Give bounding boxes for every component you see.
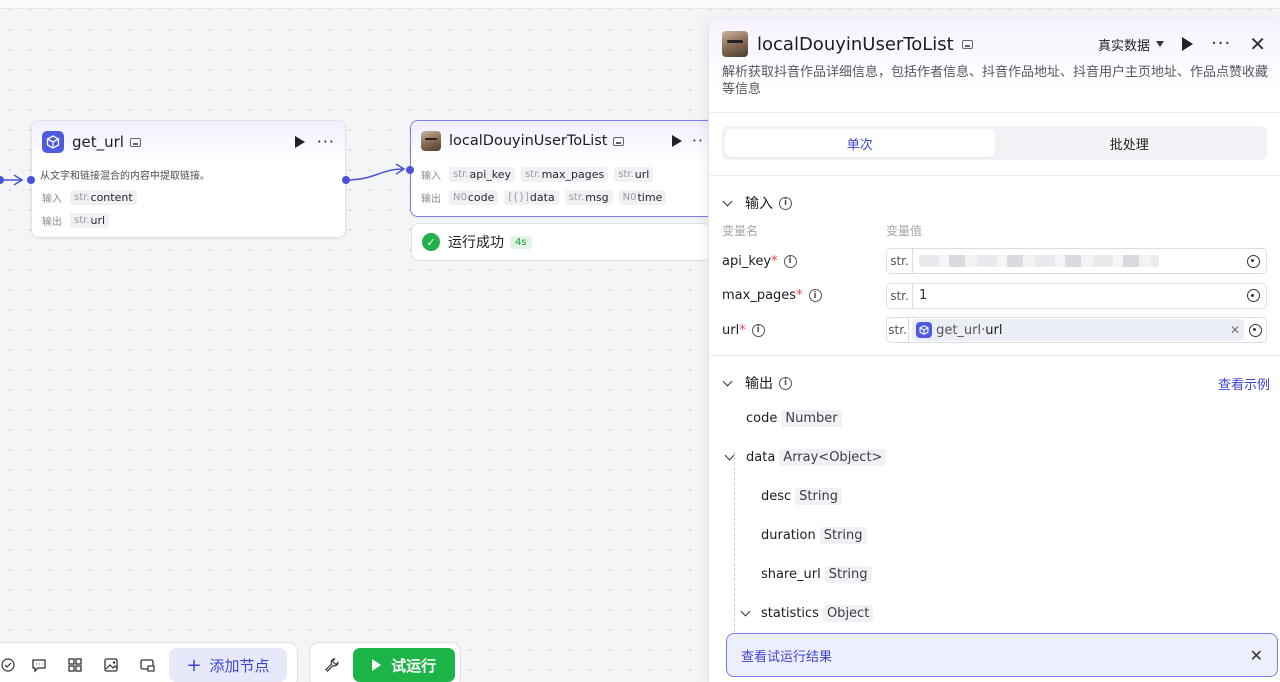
view-run-result-bar[interactable]: 查看试运行结果 ✕ xyxy=(726,633,1278,677)
info-icon: i xyxy=(751,323,765,337)
close-icon[interactable]: ✕ xyxy=(1249,34,1266,54)
output-row[interactable]: data Array<Object> xyxy=(709,438,1280,477)
input-section-header[interactable]: 输入 i xyxy=(709,190,1280,216)
output-port[interactable] xyxy=(342,176,350,184)
more-icon[interactable]: ··· xyxy=(1211,35,1231,53)
chevron-down-icon xyxy=(722,196,733,206)
cube-icon xyxy=(42,131,64,153)
api-key-field[interactable]: str. xyxy=(886,248,1267,275)
node-description: 从文字和链接混合的内容中提取链接。 xyxy=(40,171,210,182)
node-outputs: 输出 str. url xyxy=(32,209,345,232)
output-row: desc String xyxy=(709,477,1280,516)
tab-batch[interactable]: 批处理 xyxy=(995,129,1265,157)
wrench-icon[interactable] xyxy=(316,647,347,682)
more-icon[interactable]: ·· xyxy=(692,133,704,149)
param-tag: str. msg xyxy=(564,190,613,205)
reference-target-icon[interactable] xyxy=(1240,289,1266,303)
input-row-max-pages: max_pages * i str. 1 xyxy=(709,279,1280,314)
test-run-button[interactable]: 试运行 xyxy=(353,648,455,682)
minimap-icon[interactable] xyxy=(129,647,165,682)
plugin-badge-icon xyxy=(961,39,973,49)
run-status-card[interactable]: ✓ 运行成功 4s xyxy=(411,223,711,261)
variable-reference-chip[interactable]: get_url · url ✕ xyxy=(912,319,1245,342)
output-section-header[interactable]: 输出 i 查看示例 xyxy=(709,370,1280,396)
node-inputs: 输入 str. content xyxy=(32,186,345,209)
mode-tabs: 单次 批处理 xyxy=(709,113,1280,176)
output-row[interactable]: statistics Object xyxy=(709,594,1280,633)
check-icon[interactable] xyxy=(0,647,21,682)
chevron-down-icon xyxy=(722,376,733,386)
param-tag: N0 time xyxy=(618,190,667,205)
url-field[interactable]: str. get_url · url ✕ xyxy=(886,317,1267,344)
output-row: duration String xyxy=(709,516,1280,555)
caret-down-icon xyxy=(1156,41,1165,47)
output-row: share_url String xyxy=(709,555,1280,594)
info-icon: i xyxy=(808,289,822,303)
max-pages-field[interactable]: str. 1 xyxy=(886,282,1267,309)
node-title: localDouyinUserToList xyxy=(449,133,608,149)
panel-header: localDouyinUserToList 真实数据 ··· ✕ 解析获取抖音作… xyxy=(709,18,1280,113)
input-column-headers: 变量名 变量值 xyxy=(722,224,923,238)
layout-grid-icon[interactable] xyxy=(57,647,93,682)
more-icon[interactable]: ··· xyxy=(317,134,335,150)
duration-badge: 4s xyxy=(510,235,532,249)
plugin-badge-icon xyxy=(613,136,625,146)
param-tag: [{}] data xyxy=(504,190,559,205)
play-icon xyxy=(372,659,382,671)
input-port[interactable] xyxy=(27,176,35,184)
input-row-api-key: api_key * i str. xyxy=(709,244,1280,279)
run-node-icon[interactable] xyxy=(294,136,305,148)
check-circle-icon: ✓ xyxy=(422,233,440,251)
run-icon[interactable] xyxy=(1182,37,1194,51)
node-header: localDouyinUserToList ·· xyxy=(411,121,714,161)
chevron-down-icon xyxy=(724,450,735,461)
reference-target-icon[interactable] xyxy=(1244,323,1266,337)
panel-description: 解析获取抖音作品详细信息，包括作者信息、抖音作品地址、抖音用户主页地址、作品点赞… xyxy=(722,65,1269,97)
node-outputs: 输出 N0 code [{}] data str. msg N0 time xyxy=(411,186,714,209)
node-local-douyin[interactable]: localDouyinUserToList ·· 输入 str. api_key … xyxy=(406,120,715,217)
input-port[interactable] xyxy=(406,166,414,174)
comment-icon[interactable] xyxy=(21,647,57,682)
node-header: get_url ··· xyxy=(32,121,345,163)
chevron-down-icon xyxy=(740,606,751,617)
info-icon: i xyxy=(783,254,797,268)
run-toolbar: 试运行 xyxy=(309,642,461,682)
param-tag: N0 code xyxy=(449,190,499,205)
image-icon[interactable] xyxy=(93,647,129,682)
output-section: 输出 i 查看示例 code Number data Array<Object>… xyxy=(709,356,1280,672)
plus-icon: + xyxy=(186,654,202,676)
node-inputs: 输入 str. api_key str. max_pages str. url xyxy=(411,163,714,186)
param-tag: str. url xyxy=(614,167,654,182)
info-icon: i xyxy=(779,196,792,210)
reference-target-icon[interactable] xyxy=(1240,254,1266,268)
run-node-icon[interactable] xyxy=(671,135,682,147)
plugin-avatar xyxy=(722,31,748,57)
canvas-toolbar: + 添加节点 xyxy=(0,642,298,682)
remove-icon[interactable]: ✕ xyxy=(1230,323,1240,337)
input-section: 输入 i 变量名 变量值 api_key * i str. max_pages * i … xyxy=(709,176,1280,356)
cube-icon xyxy=(916,322,933,339)
panel-title: localDouyinUserToList xyxy=(757,33,954,55)
redacted-value xyxy=(919,255,1159,268)
node-get-url[interactable]: get_url ··· 从文字和链接混合的内容中提取链接。 输入 str. con… xyxy=(27,120,350,238)
view-example-link[interactable]: 查看示例 xyxy=(1218,374,1270,393)
param-tag: str. content xyxy=(70,190,137,205)
close-icon[interactable]: ✕ xyxy=(1250,646,1263,665)
node-test-panel: localDouyinUserToList 真实数据 ··· ✕ 解析获取抖音作… xyxy=(708,18,1280,682)
param-tag: str. max_pages xyxy=(521,167,609,182)
status-text: 运行成功 xyxy=(448,235,504,251)
plugin-avatar xyxy=(421,131,441,151)
input-row-url: url * i str. get_url · url ✕ xyxy=(709,313,1280,348)
node-title: get_url xyxy=(72,133,124,151)
data-mode-dropdown[interactable]: 真实数据 xyxy=(1098,35,1165,54)
plugin-badge-icon xyxy=(129,137,141,147)
tab-single[interactable]: 单次 xyxy=(725,129,995,157)
param-tag: str. api_key xyxy=(449,167,516,182)
info-icon: i xyxy=(779,376,792,390)
output-row: code Number xyxy=(709,399,1280,438)
param-tag: str. url xyxy=(70,213,110,228)
add-node-button[interactable]: + 添加节点 xyxy=(169,648,287,682)
